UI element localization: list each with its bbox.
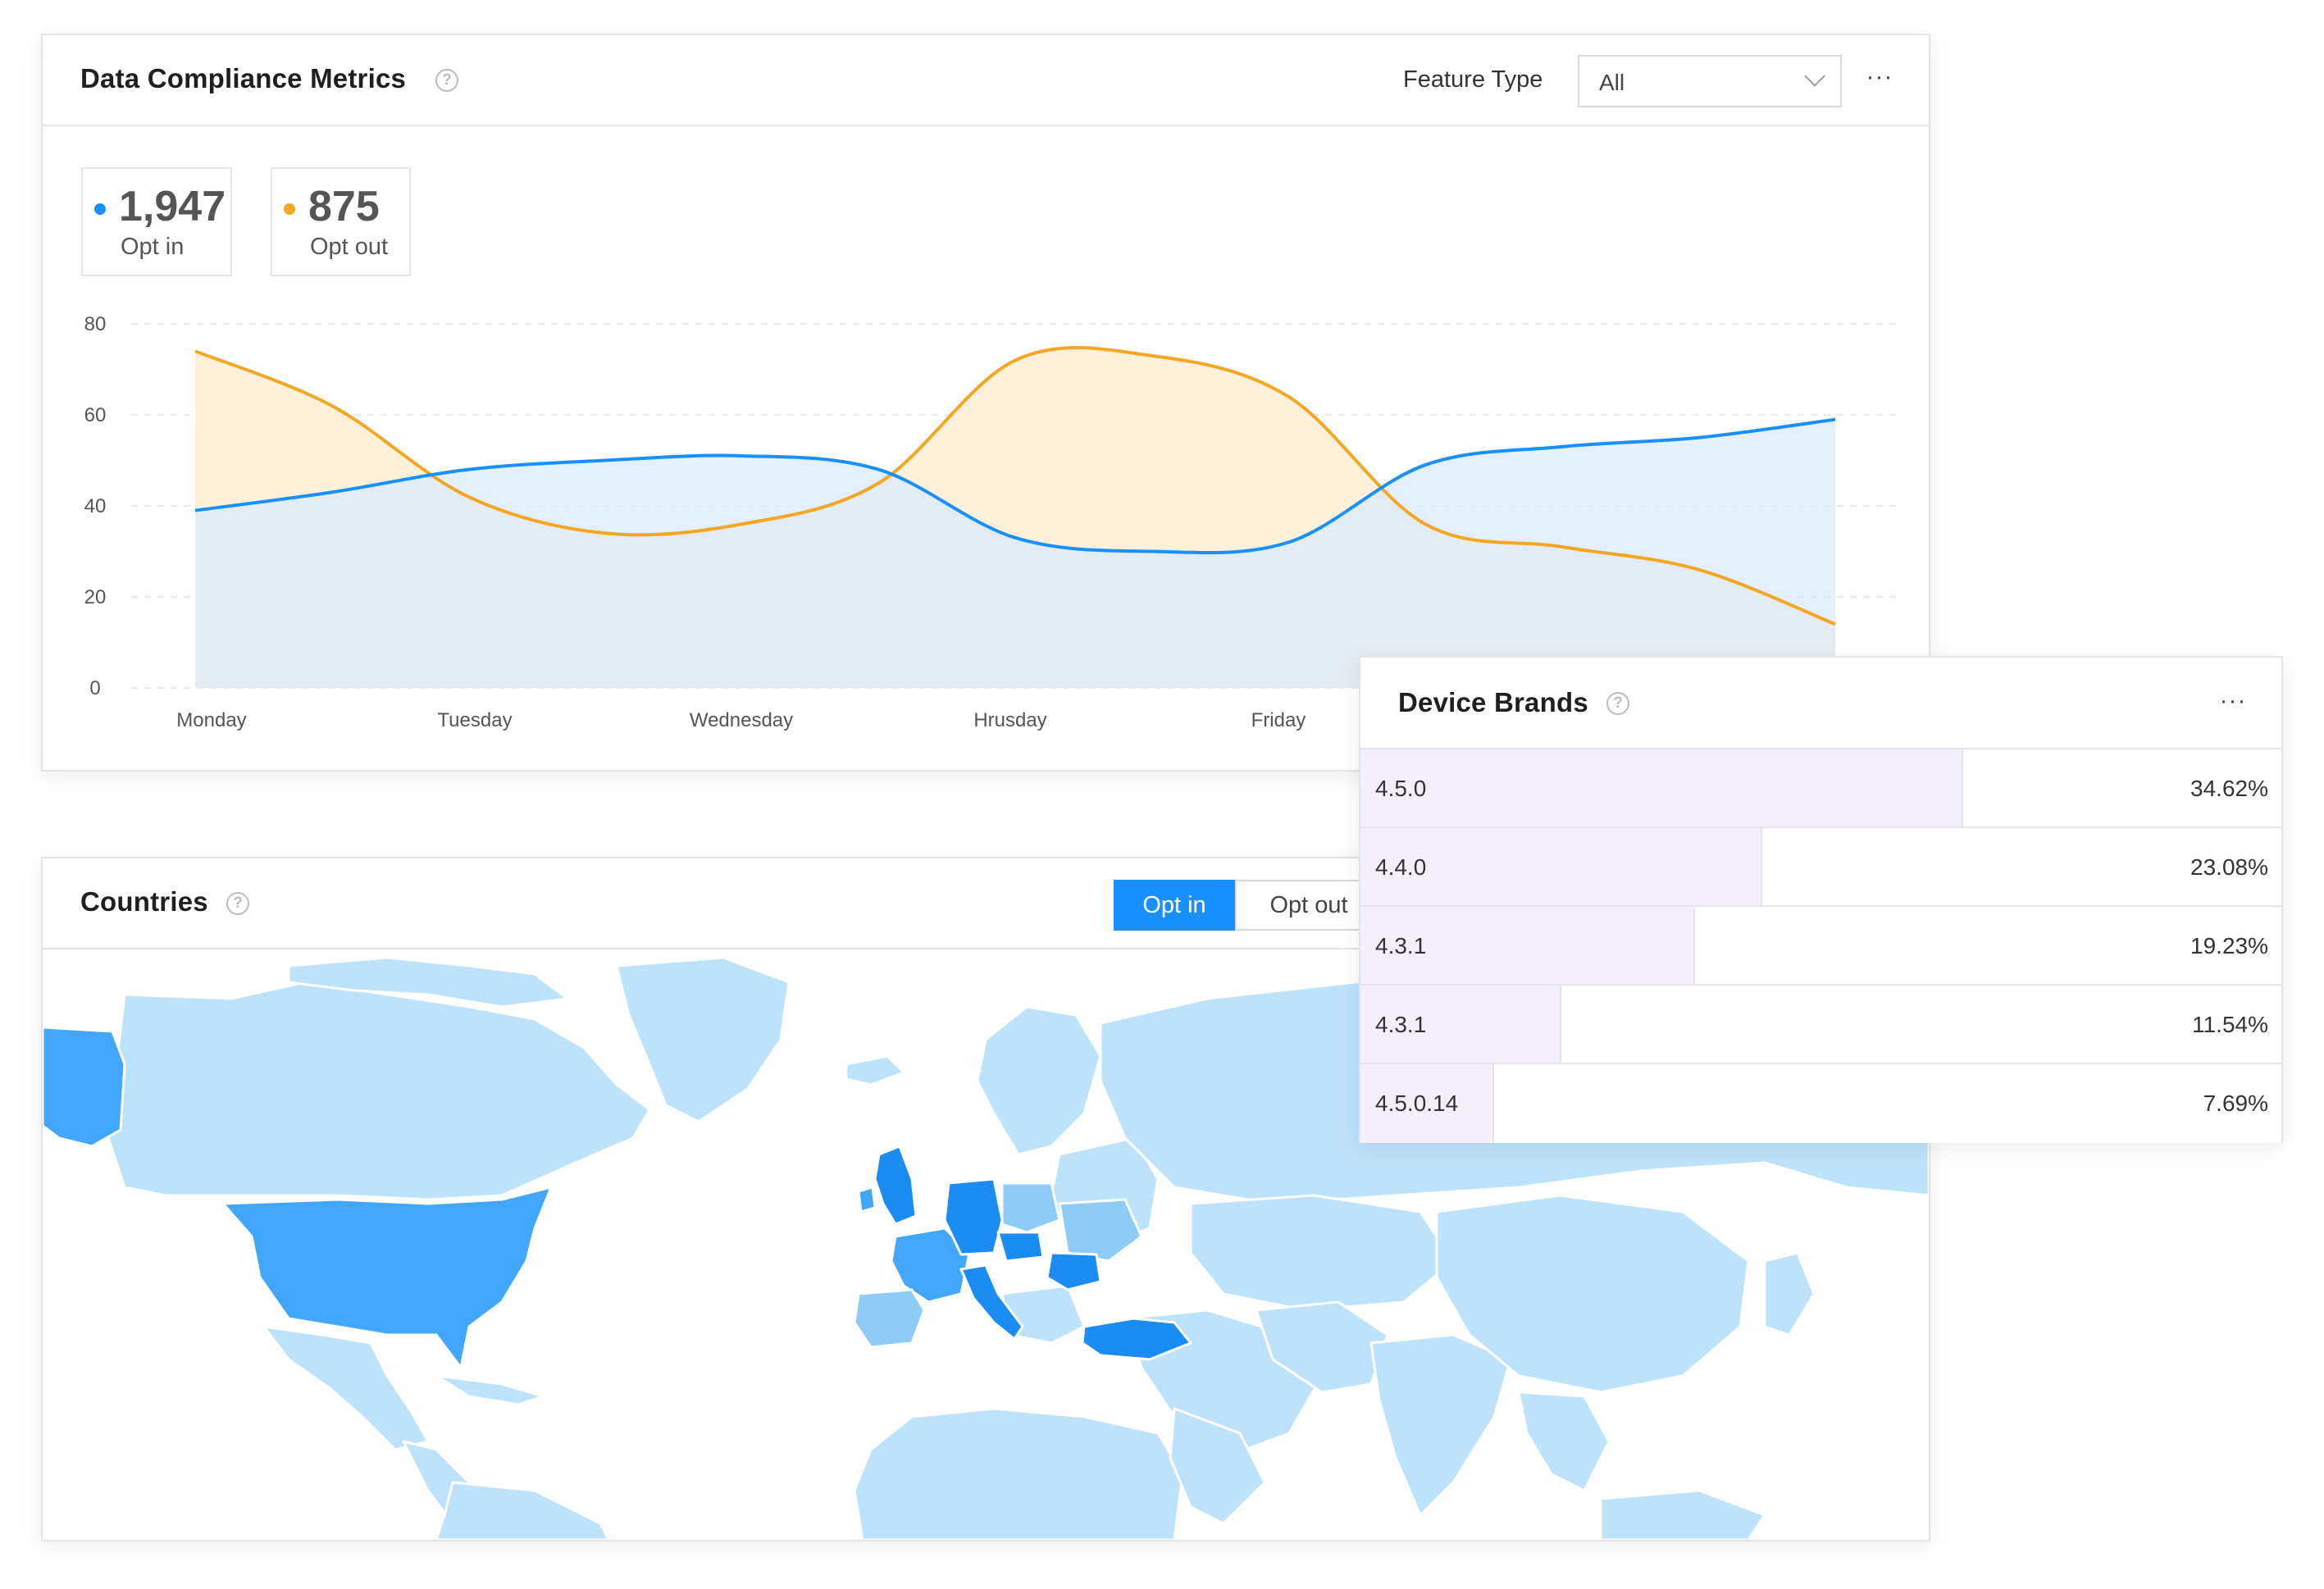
device-brands-card: Device Brands ? ··· 4.5.0 34.62% 4.4.0 2… [1359, 656, 2283, 1143]
map-region-uk [873, 1145, 918, 1226]
map-region-greenland [615, 956, 791, 1123]
ellipsis-icon[interactable]: ··· [2215, 689, 2251, 715]
map-region-ireland [857, 1186, 877, 1213]
brand-label: 4.3.1 [1375, 1012, 1427, 1037]
x-tick-label: Hrusday [973, 709, 1046, 731]
map-region-caribbean [435, 1374, 545, 1406]
brand-percent: 7.69% [2203, 1090, 2268, 1116]
map-region-south-america [435, 1481, 610, 1540]
x-tick-label: Friday [1251, 709, 1306, 731]
map-region-north-africa [853, 1407, 1184, 1540]
brand-label: 4.5.0.14 [1375, 1090, 1459, 1116]
map-region-india [1369, 1333, 1512, 1517]
brand-bar [1360, 749, 1963, 826]
brand-label: 4.4.0 [1375, 854, 1427, 880]
map-region-canada [107, 981, 651, 1201]
map-region-usa [221, 1186, 553, 1369]
map-region-central-asia [1189, 1194, 1455, 1312]
brand-percent: 11.54% [2192, 1012, 2268, 1037]
map-region-iberia [853, 1288, 926, 1349]
brand-label: 4.3.1 [1375, 933, 1427, 958]
map-region-scandinavia [976, 1005, 1102, 1156]
brand-row: 4.3.1 11.54% [1360, 986, 2281, 1064]
brand-label: 4.5.0 [1375, 776, 1427, 801]
question-circle-icon[interactable]: ? [226, 892, 249, 915]
opt-in-toggle[interactable]: Opt in [1114, 880, 1235, 931]
brand-row: 4.5.0 34.62% [1360, 749, 2281, 828]
map-region-southeast-asia [1517, 1391, 1611, 1492]
map-region-japan [1763, 1251, 1816, 1336]
brands-header: Device Brands ? ··· [1360, 658, 2281, 749]
countries-title: Countries [80, 886, 208, 917]
map-region-mexico [262, 1325, 430, 1451]
y-tick-label: 60 [84, 404, 107, 426]
brand-percent: 34.62% [2190, 776, 2268, 801]
brands-title: Device Brands [1398, 687, 1588, 717]
question-circle-icon[interactable]: ? [1606, 692, 1629, 715]
x-tick-label: Monday [176, 709, 246, 731]
map-region-alaska [43, 1026, 126, 1148]
brand-row: 4.4.0 23.08% [1360, 828, 2281, 907]
brand-row: 4.5.0.14 7.69% [1360, 1064, 2281, 1143]
y-tick-label: 80 [84, 313, 107, 335]
y-tick-label: 0 [89, 677, 100, 699]
y-tick-label: 40 [84, 495, 107, 517]
map-region-indonesia [1599, 1489, 1766, 1540]
brand-percent: 19.23% [2190, 933, 2268, 958]
brand-row: 4.3.1 19.23% [1360, 907, 2281, 986]
x-tick-label: Tuesday [437, 709, 512, 731]
x-tick-label: Wednesday [690, 709, 793, 731]
map-region-poland [1000, 1182, 1061, 1234]
y-tick-label: 20 [84, 586, 107, 608]
map-region-central-europe [996, 1231, 1045, 1263]
map-region-ukraine [1058, 1198, 1143, 1263]
brand-percent: 23.08% [2190, 854, 2268, 880]
map-region-romania [1046, 1251, 1102, 1291]
map-region-iceland [845, 1054, 905, 1086]
